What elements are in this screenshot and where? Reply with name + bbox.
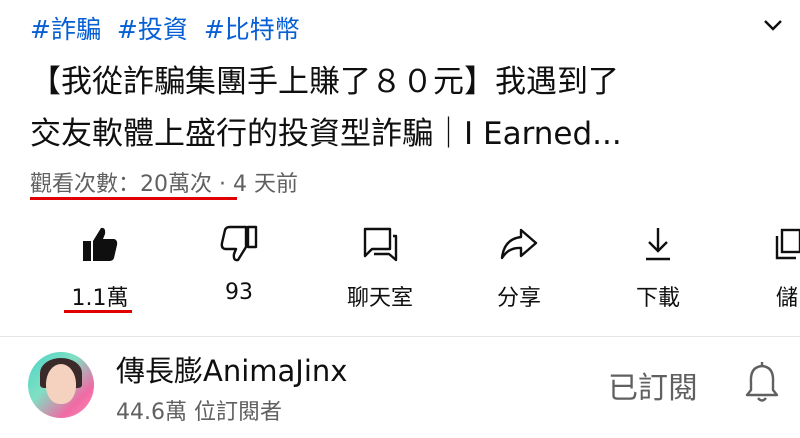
dislike-count: 93 bbox=[225, 280, 253, 305]
like-count-underline bbox=[64, 310, 132, 313]
chat-label: 聊天室 bbox=[346, 286, 413, 311]
video-title-line-2: 交友軟體上盛行的投資型詐騙｜I Earned... bbox=[30, 116, 622, 152]
channel-avatar[interactable] bbox=[28, 352, 94, 418]
divider bbox=[0, 336, 800, 337]
share-icon bbox=[500, 228, 538, 260]
bell-icon[interactable] bbox=[742, 360, 782, 404]
action-bar: 1.1萬 93 聊天室 分享 下載 儲 bbox=[0, 222, 800, 322]
subscribed-button[interactable]: 已訂閱 bbox=[608, 363, 698, 407]
hashtag-investment[interactable]: #投資 bbox=[117, 15, 188, 44]
channel-name[interactable]: 傳長膨AnimaJinx bbox=[116, 348, 347, 390]
view-count-underline bbox=[30, 197, 237, 200]
save-button[interactable]: 儲 bbox=[738, 222, 800, 312]
dislike-icon bbox=[220, 225, 258, 262]
like-count: 1.1萬 bbox=[71, 286, 129, 311]
video-title[interactable]: 【我從詐騙集團手上賺了８０元】我遇到了 交友軟體上盛行的投資型詐騙｜I Earn… bbox=[30, 56, 720, 160]
chat-icon bbox=[363, 227, 398, 262]
hashtag-row: #詐騙 #投資 #比特幣 bbox=[30, 10, 308, 46]
chat-button[interactable]: 聊天室 bbox=[320, 222, 440, 312]
hashtag-scam[interactable]: #詐騙 bbox=[30, 15, 101, 44]
video-title-line-1: 【我從詐騙集團手上賺了８０元】我遇到了 bbox=[30, 64, 619, 100]
dislike-button[interactable]: 93 bbox=[179, 222, 299, 305]
video-meta[interactable]: 觀看次數：20萬次 · 4 天前 bbox=[30, 166, 298, 200]
hashtag-bitcoin[interactable]: #比特幣 bbox=[204, 15, 300, 44]
meta-separator: · bbox=[212, 172, 233, 197]
download-icon bbox=[646, 228, 670, 261]
download-label: 下載 bbox=[635, 286, 680, 311]
upload-age: 4 天前 bbox=[232, 172, 298, 197]
avatar-face bbox=[46, 364, 76, 404]
share-button[interactable]: 分享 bbox=[459, 222, 579, 312]
view-count: 觀看次數：20萬次 bbox=[30, 172, 212, 197]
share-label: 分享 bbox=[496, 286, 541, 311]
save-icon bbox=[775, 228, 800, 260]
download-button[interactable]: 下載 bbox=[598, 222, 718, 312]
chevron-down-icon[interactable] bbox=[760, 12, 786, 38]
like-icon bbox=[83, 227, 118, 261]
save-label: 儲 bbox=[776, 286, 799, 311]
like-button[interactable]: 1.1萬 bbox=[40, 222, 160, 313]
subscriber-count: 44.6萬 位訂閱者 bbox=[116, 400, 282, 425]
